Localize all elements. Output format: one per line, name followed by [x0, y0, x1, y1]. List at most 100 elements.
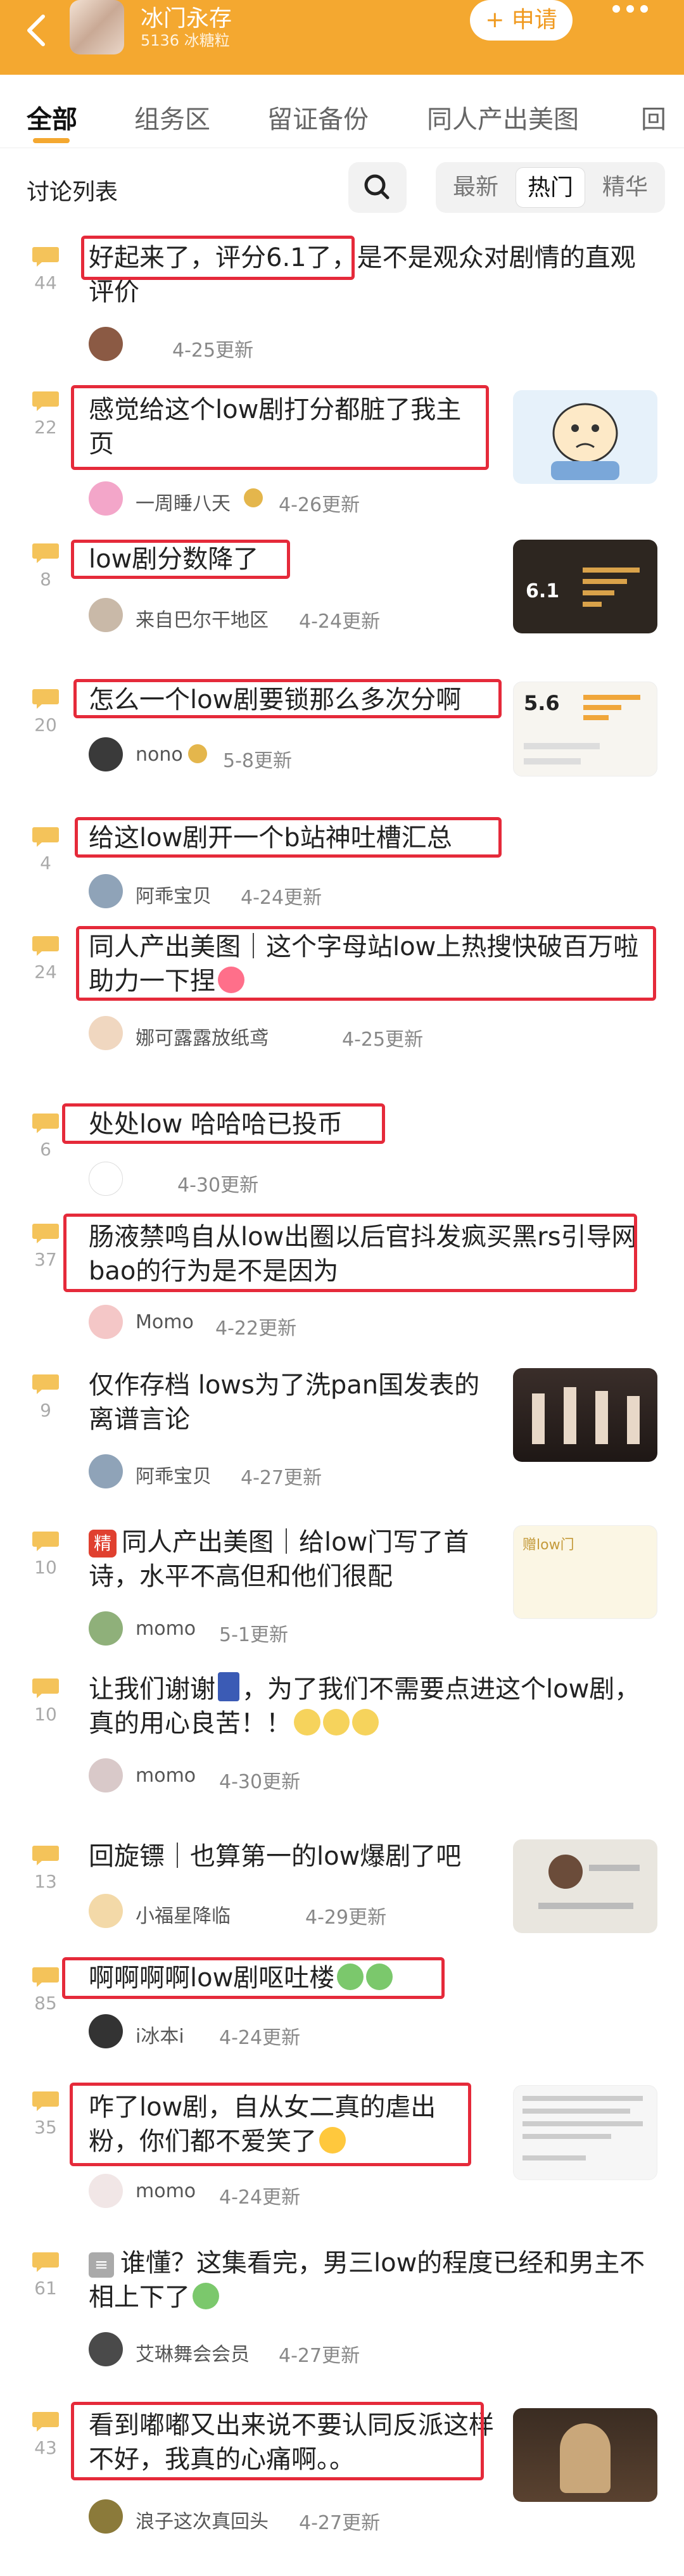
- eye-roll-emoji-icon: [323, 1709, 350, 1735]
- tab-more[interactable]: 回: [641, 99, 666, 136]
- post-item[interactable]: 35 咋了low剧，自从女二真的虐出粉，你们都不爱笑了 momo 4-24更新: [0, 2083, 684, 2212]
- post-thumbnail[interactable]: 6.1: [513, 540, 657, 633]
- post-meta: momo 4-24更新: [89, 2174, 494, 2209]
- post-item[interactable]: 6 处处low 哈哈哈已投币 4-30更新: [0, 1103, 684, 1202]
- avatar[interactable]: [89, 2014, 123, 2048]
- tab-fanart[interactable]: 同人产出美图: [427, 99, 579, 136]
- post-title[interactable]: 回旋镖｜也算第一的low爆剧了吧: [89, 1839, 507, 1874]
- medal-icon: [244, 488, 263, 507]
- avatar[interactable]: [89, 737, 123, 771]
- author-name[interactable]: 浪子这次真回头: [136, 2506, 269, 2534]
- avatar[interactable]: [89, 874, 123, 908]
- avatar[interactable]: [89, 598, 123, 632]
- author-name[interactable]: momo: [136, 1618, 196, 1640]
- eye-roll-emoji-icon: [352, 1709, 379, 1735]
- post-item[interactable]: 85 啊啊啊啊low剧呕吐楼 i冰本i 4-24更新: [0, 1957, 684, 2056]
- featured-badge: 精: [89, 1530, 117, 1558]
- avatar[interactable]: [89, 1611, 123, 1646]
- highlight-box: [71, 2402, 484, 2480]
- highlight-box: [70, 2083, 471, 2166]
- post-time: 4-27更新: [279, 2345, 360, 2367]
- post-time: 5-1更新: [219, 1624, 288, 1646]
- avatar[interactable]: [89, 1894, 123, 1928]
- category-tabs: 全部 组务区 留证备份 同人产出美图 回: [0, 75, 684, 148]
- comment-bubble-icon: [32, 1532, 59, 1551]
- post-item[interactable]: 61 ≡ 谁懂？这集看完，男三low的程度已经和男主不相上下了 艾琳舞会会员 4-2…: [0, 2246, 684, 2373]
- post-item[interactable]: 9 仅作存档 lows为了洗pan国发表的离谱言论 阿乖宝贝 4-27更新: [0, 1368, 684, 1495]
- group-header: 冰门永存 5136 冰糖粒 + 申请: [0, 0, 684, 75]
- author-name[interactable]: 来自巴尔干地区: [136, 604, 269, 632]
- post-meta: 阿乖宝贝 4-27更新: [89, 1454, 494, 1489]
- post-thumbnail[interactable]: [513, 390, 657, 484]
- post-title[interactable]: 仅作存档 lows为了洗pan国发表的离谱言论: [89, 1368, 494, 1437]
- search-button[interactable]: [348, 162, 407, 213]
- sort-latest[interactable]: 最新: [441, 167, 510, 208]
- join-button[interactable]: + 申请: [470, 0, 573, 41]
- post-thumbnail[interactable]: 5.6: [513, 682, 657, 777]
- highlight-box: [76, 926, 656, 1001]
- post-thumbnail[interactable]: [513, 2408, 657, 2502]
- post-thumbnail[interactable]: 赠low门: [513, 1525, 657, 1619]
- comment-bubble-icon: [32, 543, 59, 563]
- highlight-box: [62, 1103, 385, 1144]
- post-item[interactable]: 10 精同人产出美图｜给low门写了首诗，水平不高但和他们很配 momo 5-1更…: [0, 1525, 684, 1652]
- author-name[interactable]: momo: [136, 1765, 196, 1787]
- author-name[interactable]: Momo: [136, 1311, 194, 1333]
- avatar[interactable]: [89, 2332, 123, 2366]
- post-time: 4-27更新: [241, 1467, 322, 1489]
- post-item[interactable]: 43 看到嘟嘟又出来说不要认同反派这样不好，我真的心痛啊。。 浪子这次真回头 4-…: [0, 2402, 684, 2545]
- post-thumbnail[interactable]: [513, 1839, 657, 1933]
- sort-hot[interactable]: 热门: [516, 167, 585, 208]
- post-time: 4-24更新: [219, 2186, 301, 2209]
- post-item[interactable]: 20 怎么一个low剧要锁那么多次分啊 nono 5-8更新 5.6: [0, 679, 684, 797]
- avatar[interactable]: [89, 1758, 123, 1792]
- avatar[interactable]: [89, 2174, 123, 2208]
- avatar[interactable]: [89, 1454, 123, 1488]
- avatar[interactable]: [89, 481, 123, 516]
- avatar[interactable]: [89, 1305, 123, 1339]
- avatar[interactable]: [89, 1162, 123, 1196]
- post-time: 4-26更新: [279, 494, 360, 516]
- jeans-emoji-icon: [218, 1672, 239, 1701]
- author-name[interactable]: 一周睡八天: [136, 488, 231, 516]
- post-item[interactable]: 4 给这low剧开一个b站神吐槽汇总 阿乖宝贝 4-24更新: [0, 817, 684, 916]
- highlight-box: [75, 817, 502, 858]
- post-item[interactable]: 37 肠液禁鸣自从low出圈以后官抖发疯买黑rs引导网bao的行为是不是因为 M…: [0, 1214, 684, 1344]
- post-item[interactable]: 22 感觉给这个low剧打分都脏了我主页 一周睡八天 4-26更新: [0, 385, 684, 516]
- post-time: 4-22更新: [215, 1317, 297, 1340]
- avatar[interactable]: [89, 2499, 123, 2534]
- author-name[interactable]: 小福星降临: [136, 1900, 231, 1928]
- comment-bubble-icon: [32, 936, 59, 956]
- sort-featured[interactable]: 精华: [590, 167, 660, 208]
- avatar[interactable]: [89, 327, 123, 361]
- more-icon[interactable]: [605, 0, 656, 41]
- author-name[interactable]: 阿乖宝贝: [136, 1461, 212, 1488]
- post-item[interactable]: 44 好起来了，评分6.1了，是不是观众对剧情的直观评价 4-25更新: [0, 236, 684, 367]
- post-meta: 娜可露露放纸鸢 4-25更新: [89, 1016, 494, 1051]
- author-name[interactable]: i冰本i: [136, 2021, 184, 2048]
- author-name[interactable]: momo: [136, 2180, 196, 2202]
- author-name[interactable]: nono: [136, 744, 183, 766]
- author-name[interactable]: 艾琳舞会会员: [136, 2338, 250, 2366]
- post-title[interactable]: 让我们谢谢 ，为了我们不需要点进这个low剧，真的用心良苦！！: [89, 1672, 646, 1741]
- post-item[interactable]: 10 让我们谢谢 ，为了我们不需要点进这个low剧，真的用心良苦！！ momo 4-…: [0, 1672, 684, 1799]
- back-arrow-icon[interactable]: [19, 11, 57, 49]
- avatar[interactable]: [89, 1016, 123, 1050]
- post-title[interactable]: 精同人产出美图｜给low门写了首诗，水平不高但和他们很配: [89, 1525, 494, 1594]
- post-item[interactable]: 8 low剧分数降了 来自巴尔干地区 4-24更新 6.1: [0, 540, 684, 644]
- post-thumbnail[interactable]: [513, 1368, 657, 1462]
- tab-archive[interactable]: 留证备份: [267, 99, 369, 136]
- author-name[interactable]: 娜可露露放纸鸢: [136, 1022, 269, 1050]
- group-avatar[interactable]: [70, 0, 124, 54]
- post-item[interactable]: 24 同人产出美图｜这个字母站low上热搜快破百万啦 助力一下捏 娜可露露放纸鸢…: [0, 926, 684, 1056]
- post-thumbnail[interactable]: [513, 2085, 657, 2180]
- tab-admin[interactable]: 组务区: [134, 99, 210, 136]
- comment-bubble-icon: [32, 2091, 59, 2111]
- post-title[interactable]: ≡ 谁懂？这集看完，男三low的程度已经和男主不相上下了: [89, 2246, 646, 2314]
- reply-count: 35: [28, 2090, 63, 2138]
- comment-bubble-icon: [32, 2412, 59, 2432]
- post-time: 5-8更新: [223, 750, 292, 772]
- tab-all[interactable]: 全部: [27, 99, 77, 136]
- post-item[interactable]: 13 回旋镖｜也算第一的low爆剧了吧 小福星降临 4-29更新: [0, 1839, 684, 1941]
- author-name[interactable]: 阿乖宝贝: [136, 880, 212, 908]
